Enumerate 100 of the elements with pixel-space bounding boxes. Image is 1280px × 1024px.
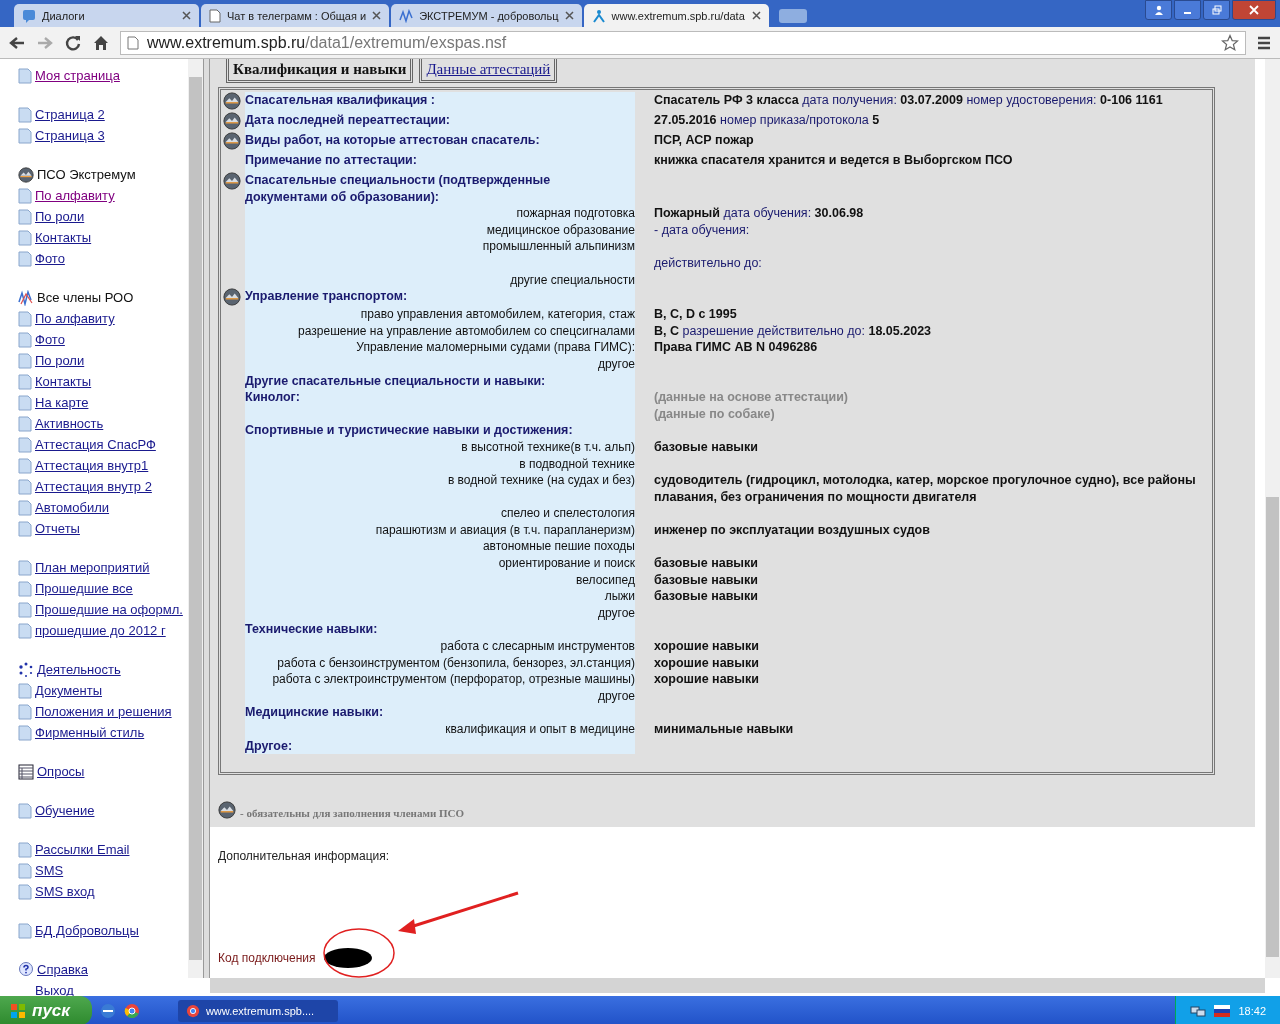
sidebar-link[interactable]: Обучение	[35, 803, 95, 818]
sidebar-link[interactable]: Активность	[35, 416, 104, 431]
close-window-icon[interactable]	[1232, 0, 1276, 20]
sidebar-link[interactable]: На карте	[35, 395, 89, 410]
minimize-icon[interactable]	[1174, 0, 1201, 20]
sidebar-link[interactable]: По роли	[35, 209, 85, 224]
sidebar-link[interactable]: Положения и решения	[35, 704, 172, 719]
page-icon	[18, 310, 32, 327]
page-icon	[18, 127, 32, 144]
form-tab[interactable]: Данные аттестаций	[419, 59, 558, 83]
page-icon	[18, 724, 32, 741]
field-label: лыжи	[604, 589, 635, 604]
page-icon	[18, 559, 32, 576]
restore-icon[interactable]	[1203, 0, 1230, 20]
section-label: Другие спасательные специальности и навыки:	[245, 372, 546, 390]
horizontal-scrollbar[interactable]	[210, 978, 1265, 993]
required-emblem-icon	[223, 288, 241, 307]
sidebar-link[interactable]: БД Добровольцы	[35, 923, 139, 938]
back-arrow-icon[interactable]	[8, 34, 26, 51]
chrome-icon[interactable]	[123, 1002, 140, 1019]
browser-tab[interactable]: ЭКСТРЕМУМ - добровольц	[391, 4, 582, 27]
sidebar-link[interactable]: Аттестация внутр 2	[35, 479, 152, 494]
sidebar-link[interactable]: По алфавиту	[35, 188, 115, 203]
page-icon	[18, 250, 32, 267]
form-tab[interactable]: Квалификация и навыки	[226, 59, 414, 83]
section-label: Дата последней переаттестации:	[245, 112, 450, 129]
sidebar-link[interactable]: Аттестация внутр1	[35, 458, 149, 473]
sidebar-link[interactable]: Контакты	[35, 374, 92, 389]
field-value: B, C, D с 1995	[654, 307, 737, 322]
sidebar-link[interactable]: По роли	[35, 353, 85, 368]
network-icon[interactable]	[1190, 1003, 1207, 1018]
scrollbar[interactable]	[1265, 59, 1280, 978]
field-label: работа с электроинструментом (перфоратор, отрезные машины)	[272, 672, 635, 687]
page-icon	[18, 415, 32, 432]
sidebar-link[interactable]: SMS	[35, 863, 64, 878]
page-icon	[18, 682, 32, 699]
sidebar-link[interactable]: Опросы	[37, 764, 85, 779]
sidebar-link[interactable]: Документы	[35, 683, 102, 698]
sidebar-link[interactable]: Фото	[35, 332, 65, 347]
browser-tab[interactable]: Диалоги	[14, 4, 199, 27]
sidebar-link[interactable]: Контакты	[35, 230, 92, 245]
home-icon[interactable]	[92, 33, 110, 52]
emblem-icon	[18, 166, 34, 183]
field-label: квалификация и опыт в медицине	[445, 722, 635, 736]
sidebar-heading: ПСО Экстремум	[37, 167, 136, 182]
sidebar-link[interactable]: Фото	[35, 251, 65, 266]
sidebar-link[interactable]: Отчеты	[35, 521, 80, 536]
sidebar-link[interactable]: По алфавиту	[35, 311, 115, 326]
field-value: хорошие навыки	[654, 655, 759, 670]
sidebar-link[interactable]: Аттестация СпасРФ	[35, 437, 156, 452]
sidebar-link[interactable]: Страница 3	[35, 128, 105, 143]
address-bar[interactable]: www.extremum.spb.ru/data1/extremum/exspas.nsf	[120, 30, 1246, 55]
page-icon	[18, 373, 32, 390]
page-icon	[18, 922, 32, 939]
sidebar-link[interactable]: Прошедшие на оформл.	[35, 602, 183, 617]
start-button[interactable]: пуск	[0, 996, 92, 1024]
user-icon[interactable]	[1145, 0, 1172, 20]
help-icon	[18, 961, 34, 978]
page-icon	[18, 499, 32, 516]
menu-icon[interactable]	[1256, 34, 1272, 51]
sidebar-link[interactable]: Фирменный стиль	[35, 725, 145, 740]
sidebar-link[interactable]: прошедшие до 2012 г	[35, 623, 166, 638]
field-value: Права ГИМС АВ N 0496286	[654, 340, 818, 355]
close-tab-icon[interactable]	[564, 11, 574, 20]
people-icon	[591, 8, 606, 23]
sidebar-link[interactable]: Автомобили	[35, 500, 110, 515]
browser-tab[interactable]: www.extremum.spb.ru/data	[583, 4, 769, 27]
field-label: медицинское образование	[486, 222, 635, 237]
field-label: парашютизм и авиация (в т.ч. парапланеризм)	[375, 522, 635, 537]
sidebar-link[interactable]: Рассылки Email	[35, 842, 130, 857]
close-tab-icon[interactable]	[182, 11, 191, 20]
reload-icon[interactable]	[64, 33, 82, 52]
page-icon	[18, 478, 32, 495]
close-tab-icon[interactable]	[372, 11, 382, 20]
flag-icon[interactable]	[1214, 1004, 1231, 1017]
waveform-icon	[399, 8, 414, 23]
sidebar-link[interactable]: Моя страница	[35, 68, 120, 83]
scrollbar-thumb[interactable]	[1266, 497, 1279, 957]
sidebar-link[interactable]: Деятельность	[37, 662, 121, 677]
page-icon	[18, 703, 32, 720]
scrollbar-thumb[interactable]	[189, 77, 202, 960]
page-icon	[18, 622, 32, 639]
sidebar-link[interactable]: SMS вход	[35, 884, 95, 899]
sidebar-link[interactable]: План мероприятий	[35, 560, 150, 575]
star-icon[interactable]	[1221, 33, 1239, 52]
sidebar-link[interactable]: Справка	[37, 962, 88, 977]
browser-tab[interactable]: Чат в телеграмм : Общая и	[201, 4, 390, 27]
scrollbar[interactable]	[188, 59, 203, 978]
sidebar-link[interactable]: Выход	[35, 983, 74, 998]
required-emblem-icon	[218, 801, 236, 820]
field-label: спелео и спелестология	[500, 506, 635, 521]
section-label: Спортивные и туристические навыки и достижения:	[245, 422, 573, 439]
sidebar-link[interactable]: Страница 2	[35, 107, 105, 122]
additional-info-label: Дополнительная информация:	[218, 849, 391, 864]
field-label: другое	[598, 688, 635, 703]
close-tab-icon[interactable]	[751, 11, 761, 20]
page-icon	[18, 520, 32, 537]
section-label: Управление транспортом:	[245, 288, 408, 305]
taskbar-button[interactable]: www.extremum.spb....	[177, 999, 338, 1022]
sidebar-link[interactable]: Прошедшие все	[35, 581, 133, 596]
